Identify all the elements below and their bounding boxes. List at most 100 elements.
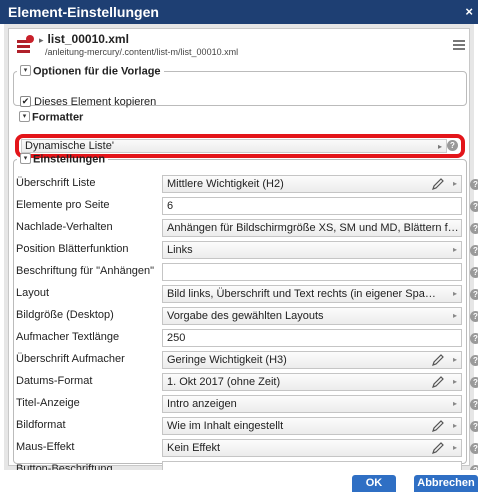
setting-label: Nachlade-Verhalten <box>16 221 113 234</box>
setting-select[interactable]: Wie im Inhalt eingestellt ▸ <box>162 417 462 436</box>
setting-input[interactable]: 250 <box>162 329 462 348</box>
formatter-select[interactable]: Dynamische Liste' ▸ <box>21 139 447 154</box>
options-legend-text: Optionen für die Vorlage <box>33 65 161 78</box>
setting-value: Intro anzeigen <box>167 398 237 411</box>
copy-element-option[interactable]: ✔ Dieses Element kopieren <box>20 96 156 108</box>
setting-row-image-format: Bildformat Wie im Inhalt eingestellt ▸ ? <box>14 415 478 437</box>
setting-value: Links <box>167 244 193 257</box>
setting-label: Datums-Format <box>16 375 93 388</box>
resource-info: ▸ list_00010.xml /anleitung-mercury/.cont… <box>15 32 465 60</box>
settings-legend[interactable]: ▾ Einstellungen <box>17 153 108 166</box>
setting-input[interactable] <box>162 263 462 282</box>
pencil-icon[interactable] <box>431 419 445 433</box>
setting-select[interactable]: Kein Effekt ▸ <box>162 439 462 458</box>
setting-label: Maus-Effekt <box>16 441 75 454</box>
setting-select[interactable]: Links ▸ <box>162 241 462 260</box>
element-settings-dialog: Element-Einstellungen × ▸ list_00010.xml … <box>0 0 478 492</box>
help-icon[interactable]: ? <box>470 443 478 455</box>
setting-select[interactable]: Intro anzeigen ▸ <box>162 395 462 414</box>
help-icon[interactable]: ? <box>470 377 478 389</box>
expand-arrow-icon[interactable]: ▸ <box>39 35 44 45</box>
setting-select[interactable]: Anhängen für Bildschirmgröße XS, SM und … <box>162 219 462 238</box>
pencil-icon[interactable] <box>431 177 445 191</box>
chevron-right-icon: ▸ <box>452 421 457 431</box>
setting-row-items-per-page: Elemente pro Seite 6 ? <box>14 195 478 217</box>
setting-label: Titel-Anzeige <box>16 397 80 410</box>
setting-row-layout: Layout Bild links, Überschrift und Text … <box>14 283 478 305</box>
pencil-icon[interactable] <box>431 441 445 455</box>
help-icon[interactable]: ? <box>470 179 478 191</box>
setting-row-pagination-position: Position Blätterfunktion Links ▸ ? <box>14 239 478 261</box>
collapse-toggle-icon[interactable]: ▾ <box>20 153 31 164</box>
dialog-content: ▸ list_00010.xml /anleitung-mercury/.cont… <box>8 28 478 480</box>
setting-value: 1. Okt 2017 (ohne Zeit) <box>167 376 281 389</box>
cancel-button[interactable]: Abbrechen <box>414 475 478 492</box>
dialog-footer: OK Abbrechen <box>0 470 478 492</box>
setting-row-heading-teaser: Überschrift Aufmacher Geringe Wichtigkei… <box>14 349 478 371</box>
chevron-right-icon: ▸ <box>452 289 457 299</box>
dialog-title: Element-Einstellungen <box>8 4 159 20</box>
chevron-right-icon: ▸ <box>437 142 442 152</box>
chevron-right-icon: ▸ <box>452 245 457 255</box>
settings-legend-text: Einstellungen <box>33 153 106 166</box>
help-icon[interactable]: ? <box>470 201 478 213</box>
list-resource-icon <box>17 35 34 53</box>
setting-label: Überschrift Liste <box>16 177 96 190</box>
setting-row-date-format: Datums-Format 1. Okt 2017 (ohne Zeit) ▸ ? <box>14 371 478 393</box>
help-icon[interactable]: ? <box>470 289 478 301</box>
pencil-icon[interactable] <box>431 375 445 389</box>
formatter-value: Dynamische Liste' <box>25 140 114 153</box>
help-icon[interactable]: ? <box>470 245 478 257</box>
setting-label: Elemente pro Seite <box>16 199 110 212</box>
resource-name-text: list_00010.xml <box>47 32 129 46</box>
setting-row-image-size: Bildgröße (Desktop) Vorgabe des gewählte… <box>14 305 478 327</box>
collapse-toggle-icon[interactable]: ▾ <box>20 65 31 76</box>
setting-row-heading-list: Überschrift Liste Mittlere Wichtigkeit (… <box>14 173 478 195</box>
setting-select[interactable]: Mittlere Wichtigkeit (H2) ▸ <box>162 175 462 194</box>
setting-value: Bild links, Überschrift und Text rechts … <box>167 288 437 301</box>
setting-label: Bildgröße (Desktop) <box>16 309 114 322</box>
setting-row-title-display: Titel-Anzeige Intro anzeigen ▸ ? <box>14 393 478 415</box>
setting-value: Vorgabe des gewählten Layouts <box>167 310 324 323</box>
help-icon[interactable]: ? <box>470 223 478 235</box>
setting-select[interactable]: Vorgabe des gewählten Layouts ▸ <box>162 307 462 326</box>
setting-input[interactable]: 6 <box>162 197 462 216</box>
setting-label: Bildformat <box>16 419 66 432</box>
copy-element-checkbox[interactable]: ✔ <box>20 96 31 107</box>
setting-label: Beschriftung für "Anhängen" <box>16 265 155 278</box>
setting-select[interactable]: Geringe Wichtigkeit (H3) ▸ <box>162 351 462 370</box>
chevron-right-icon: ▸ <box>452 399 457 409</box>
dialog-titlebar[interactable]: Element-Einstellungen × <box>0 0 478 24</box>
dialog-body: ▸ list_00010.xml /anleitung-mercury/.cont… <box>4 24 478 480</box>
formatter-fieldset: ▾ Formatter Dynamische Liste' ▸ ? <box>13 111 467 159</box>
help-icon[interactable]: ? <box>470 355 478 367</box>
setting-row-mouse-effect: Maus-Effekt Kein Effekt ▸ ? <box>14 437 478 459</box>
setting-value: Wie im Inhalt eingestellt <box>167 420 284 433</box>
chevron-right-icon: ▸ <box>452 311 457 321</box>
hamburger-menu-icon[interactable] <box>453 40 465 50</box>
setting-label: Layout <box>16 287 50 300</box>
copy-element-label: Dieses Element kopieren <box>34 96 157 109</box>
pencil-icon[interactable] <box>431 353 445 367</box>
chevron-right-icon: ▸ <box>452 377 457 387</box>
setting-select[interactable]: Bild links, Überschrift und Text rechts … <box>162 285 462 304</box>
options-fieldset: ▾ Optionen für die Vorlage ✔ Dieses Elemen… <box>13 65 467 108</box>
setting-row-reload-behavior: Nachlade-Verhalten Anhängen für Bildschi… <box>14 217 478 239</box>
help-icon[interactable]: ? <box>447 140 458 152</box>
help-icon[interactable]: ? <box>470 267 478 279</box>
help-icon[interactable]: ? <box>470 333 478 345</box>
setting-row-teaser-length: Aufmacher Textlänge 250 ? <box>14 327 478 349</box>
options-legend[interactable]: ▾ Optionen für die Vorlage <box>17 65 164 78</box>
help-icon[interactable]: ? <box>470 421 478 433</box>
formatter-legend[interactable]: ▾ Formatter <box>16 111 86 123</box>
collapse-toggle-icon[interactable]: ▾ <box>19 111 30 122</box>
ok-button[interactable]: OK <box>352 475 396 492</box>
setting-value: Geringe Wichtigkeit (H3) <box>167 354 287 367</box>
help-icon[interactable]: ? <box>470 399 478 411</box>
close-icon[interactable]: × <box>465 4 473 19</box>
setting-label: Aufmacher Textlänge <box>16 331 120 344</box>
help-icon[interactable]: ? <box>470 311 478 323</box>
setting-row-append-label: Beschriftung für "Anhängen" ? <box>14 261 478 283</box>
resource-name[interactable]: ▸ list_00010.xml <box>39 32 129 46</box>
setting-select[interactable]: 1. Okt 2017 (ohne Zeit) ▸ <box>162 373 462 392</box>
